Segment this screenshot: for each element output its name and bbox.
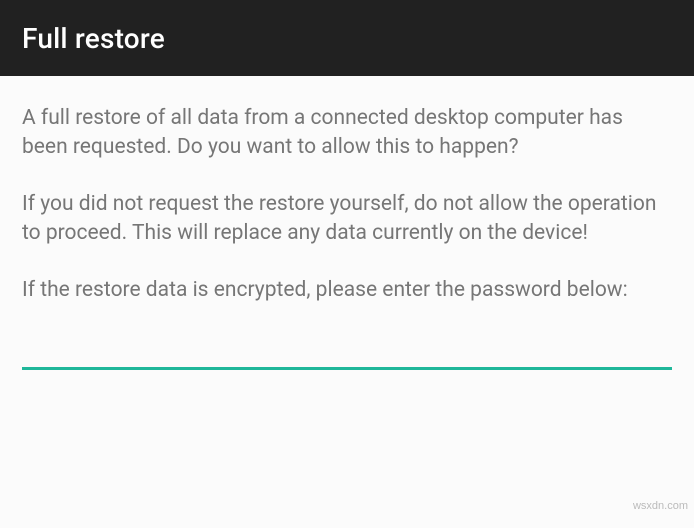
watermark-text: wsxdn.com xyxy=(633,500,688,512)
action-bar: Full restore xyxy=(0,0,694,76)
password-prompt-text: If the restore data is encrypted, please… xyxy=(22,276,672,305)
dialog-content: A full restore of all data from a connec… xyxy=(0,76,694,305)
password-input[interactable] xyxy=(22,325,672,370)
page-title: Full restore xyxy=(22,22,165,55)
restore-warning-text: If you did not request the restore yours… xyxy=(22,190,672,248)
restore-request-text: A full restore of all data from a connec… xyxy=(22,104,672,162)
password-input-container xyxy=(0,305,694,370)
